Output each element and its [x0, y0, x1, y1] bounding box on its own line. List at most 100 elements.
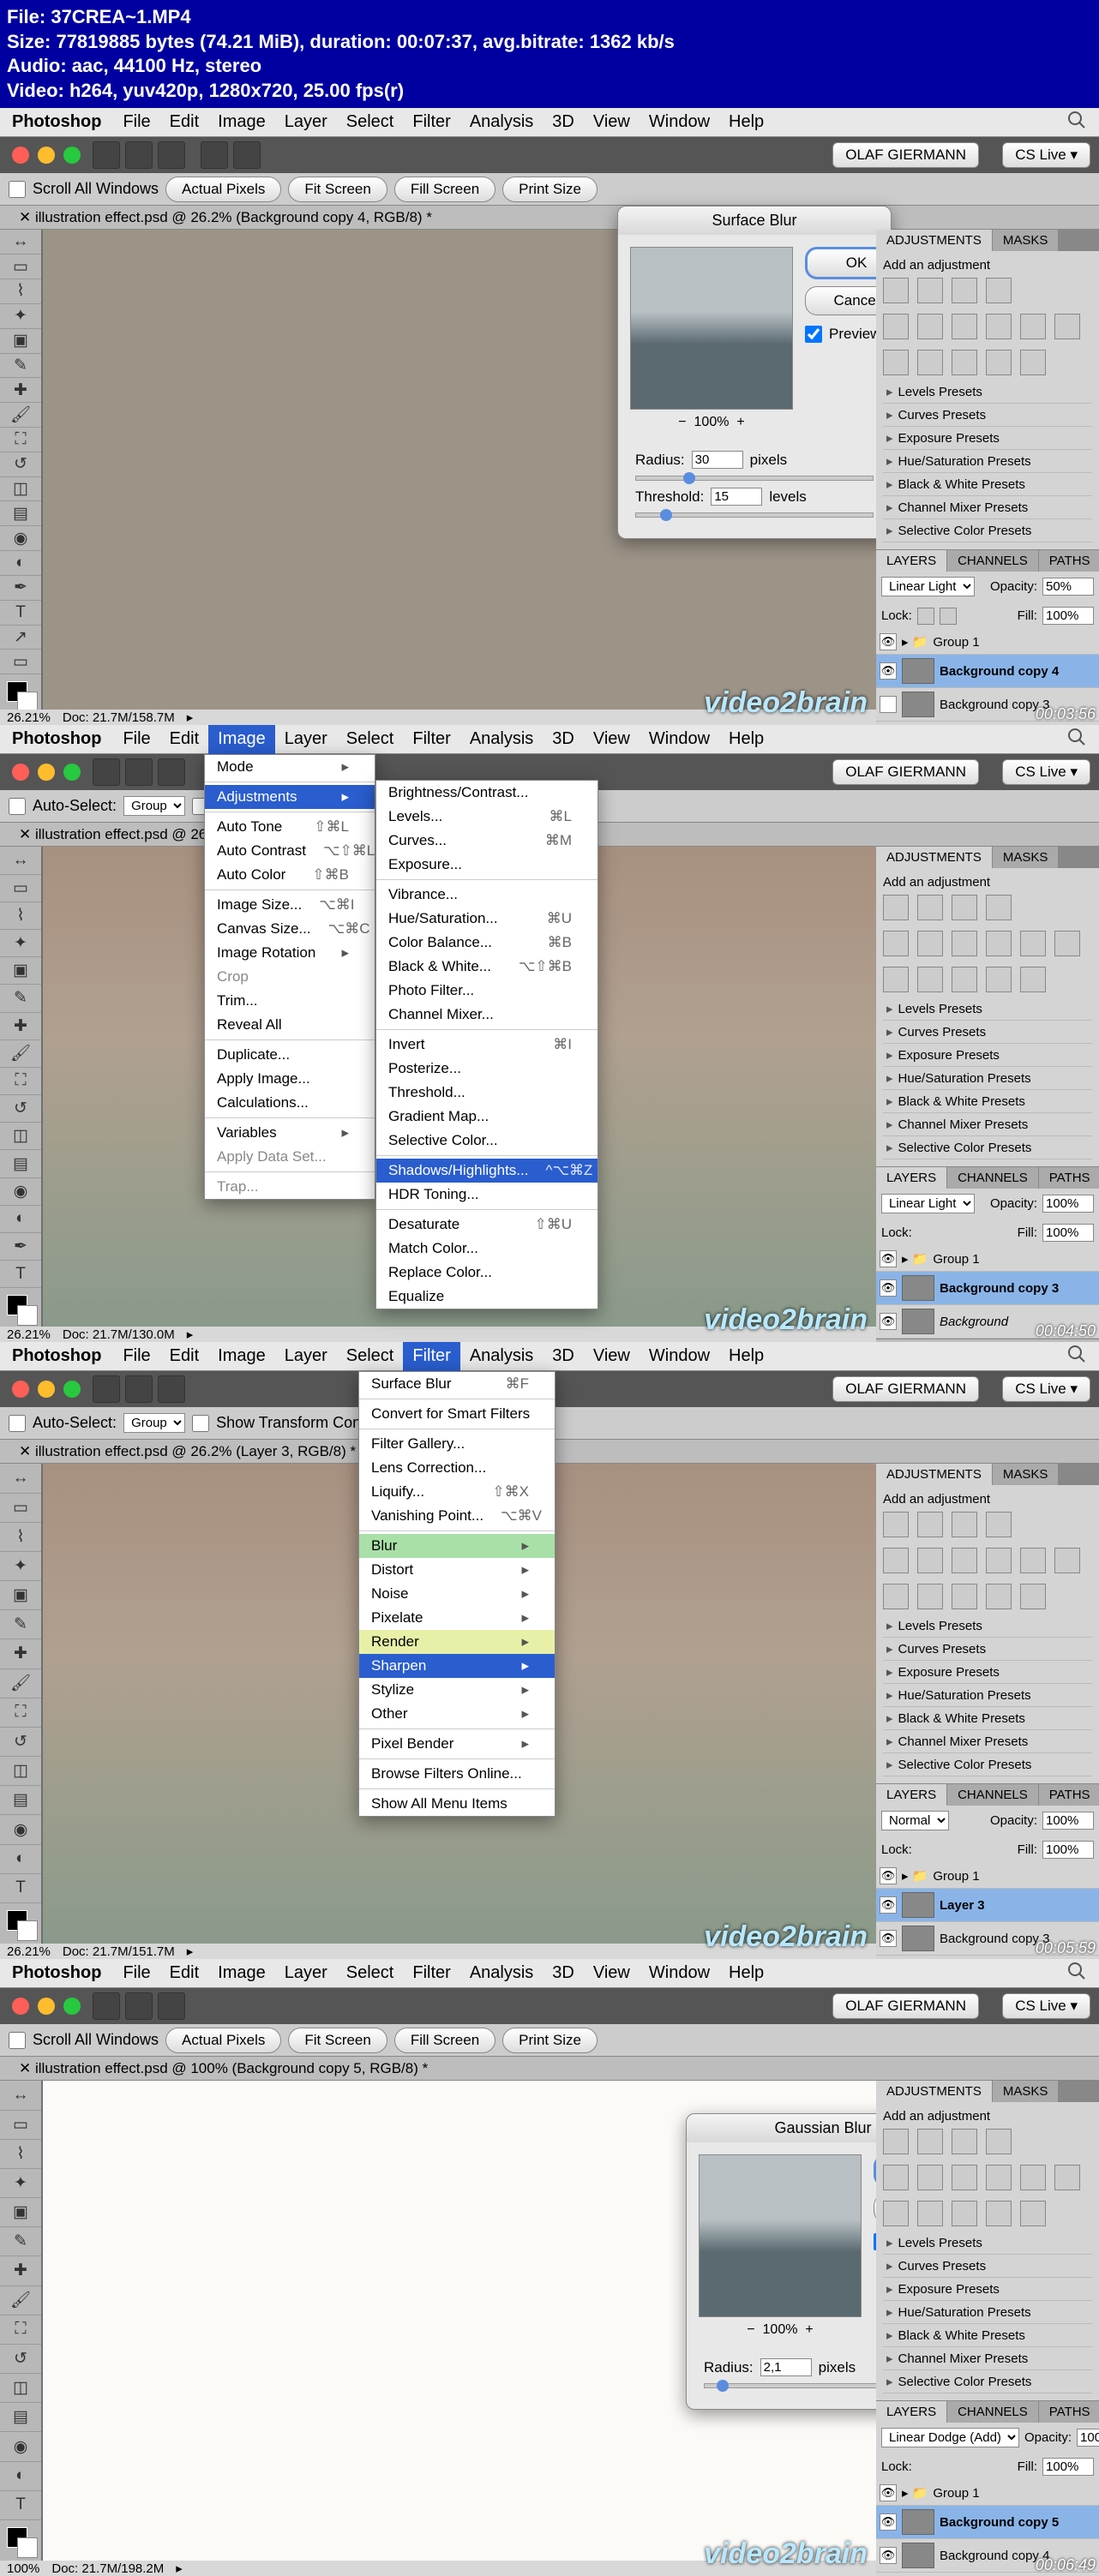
menu-adjustments[interactable]: Adjustments▸ — [205, 785, 375, 809]
close-light[interactable] — [12, 147, 29, 164]
fill-input[interactable] — [1042, 607, 1094, 625]
filter-csf[interactable]: Convert for Smart Filters — [359, 1402, 555, 1426]
filter-last[interactable]: Surface Blur⌘F — [359, 1372, 555, 1396]
menu-window[interactable]: Window — [640, 108, 719, 137]
vibrance-icon[interactable] — [883, 314, 909, 339]
menu-help[interactable]: Help — [719, 725, 773, 754]
brightness-icon[interactable] — [883, 278, 909, 303]
masks-tab[interactable]: MASKS — [993, 230, 1060, 251]
preview-checkbox[interactable] — [805, 326, 822, 343]
stamp-tool[interactable]: ⛶ — [0, 428, 41, 452]
blend-mode-select[interactable]: Linear Dodge (Add) — [881, 2428, 1019, 2447]
zoom-icon[interactable] — [233, 141, 261, 169]
adj-gm[interactable]: Gradient Map... — [376, 1105, 598, 1129]
adj-invert[interactable]: Invert⌘I — [376, 1033, 598, 1057]
filter-bfo[interactable]: Browse Filters Online... — [359, 1762, 555, 1786]
preset-curves[interactable]: ▸Curves Presets — [883, 404, 1092, 427]
gm-icon[interactable] — [986, 350, 1012, 375]
app-name[interactable]: Photoshop — [0, 112, 113, 132]
radius-slider[interactable] — [635, 476, 874, 481]
blur-preview[interactable] — [630, 247, 793, 410]
zoom-out-icon[interactable]: − — [678, 415, 686, 429]
history-tool[interactable]: ↺ — [0, 452, 41, 477]
autoselect-target[interactable]: Group — [123, 796, 185, 816]
filter-gallery[interactable]: Filter Gallery... — [359, 1432, 555, 1456]
adj-vibrance[interactable]: Vibrance... — [376, 883, 598, 907]
cs-live-button[interactable]: CS Live ▾ — [1002, 759, 1090, 785]
thresh-icon[interactable] — [952, 350, 977, 375]
lasso-tool[interactable]: ⌇ — [0, 279, 41, 304]
eraser-tool[interactable]: ◫ — [0, 477, 41, 502]
menu-image[interactable]: Image — [208, 108, 275, 137]
menu-imgsize[interactable]: Image Size...⌥⌘I — [205, 893, 375, 917]
filter-render[interactable]: Render▸ — [359, 1630, 555, 1654]
menu-apply[interactable]: Apply Image... — [205, 1067, 375, 1091]
shape-tool[interactable]: ▭ — [0, 650, 41, 674]
filter-blur[interactable]: Blur▸ — [359, 1534, 555, 1558]
menu-3d[interactable]: 3D — [543, 108, 584, 137]
minimize-light[interactable] — [38, 764, 55, 781]
layer-group1[interactable]: 👁▸ 📁 Group 1 — [876, 630, 1099, 655]
filter-stylize[interactable]: Stylize▸ — [359, 1678, 555, 1702]
sc-icon[interactable] — [1020, 350, 1046, 375]
filter-pb[interactable]: Pixel Bender▸ — [359, 1732, 555, 1756]
brush-tool[interactable]: 🖌 — [0, 403, 41, 428]
spotlight-icon[interactable] — [1066, 1961, 1087, 1986]
menu-view[interactable]: View — [584, 725, 640, 754]
menu-layer[interactable]: Layer — [275, 108, 337, 137]
preset-sc[interactable]: ▸Selective Color Presets — [883, 519, 1092, 542]
layer-bgcopy3[interactable]: 👁Background copy 3 — [876, 1272, 1099, 1305]
adj-replace[interactable]: Replace Color... — [376, 1261, 598, 1285]
blur-tool[interactable]: ◉ — [0, 526, 41, 551]
layer-bgcopy4[interactable]: 👁Background copy 4 — [876, 655, 1099, 688]
menu-view[interactable]: View — [584, 108, 640, 137]
menu-3d[interactable]: 3D — [543, 725, 584, 754]
adj-hdr[interactable]: HDR Toning... — [376, 1183, 598, 1207]
cm-icon[interactable] — [1054, 314, 1080, 339]
menu-layer[interactable]: Layer — [275, 725, 337, 754]
print-size-button[interactable]: Print Size — [502, 177, 598, 202]
adj-selc[interactable]: Selective Color... — [376, 1129, 598, 1153]
ps-icon[interactable] — [93, 141, 120, 169]
user-name[interactable]: OLAF GIERMANN — [832, 142, 979, 168]
filter-distort[interactable]: Distort▸ — [359, 1558, 555, 1582]
bridge-icon[interactable] — [125, 141, 153, 169]
dodge-tool[interactable]: ◐ — [0, 551, 41, 576]
menu-select[interactable]: Select — [337, 725, 404, 754]
document-tab[interactable]: ✕ illustration effect.psd @ 26.2% (Backg… — [0, 206, 1099, 230]
adj-exposure[interactable]: Exposure... — [376, 853, 598, 877]
scroll-all-checkbox[interactable] — [9, 181, 26, 198]
menu-canvsize[interactable]: Canvas Size...⌥⌘C — [205, 917, 375, 941]
radius-input[interactable] — [760, 2358, 812, 2376]
adj-bw[interactable]: Black & White...⌥⇧⌘B — [376, 955, 598, 979]
bw-icon[interactable] — [986, 314, 1012, 339]
menu-trim[interactable]: Trim... — [205, 989, 375, 1013]
adj-cm[interactable]: Channel Mixer... — [376, 1003, 598, 1027]
filter-liquify[interactable]: Liquify...⇧⌘X — [359, 1480, 555, 1504]
filter-sharpen[interactable]: Sharpen▸ — [359, 1654, 555, 1678]
menu-image[interactable]: Image — [208, 725, 275, 754]
marquee-tool[interactable]: ▭ — [0, 255, 41, 279]
adj-thresh[interactable]: Threshold... — [376, 1081, 598, 1105]
visibility-icon[interactable] — [880, 696, 897, 713]
app-name[interactable]: Photoshop — [0, 729, 113, 749]
filter-noise[interactable]: Noise▸ — [359, 1582, 555, 1606]
mb-icon[interactable] — [158, 758, 185, 786]
blend-mode-select[interactable]: Normal — [881, 1811, 949, 1830]
hand-icon[interactable] — [201, 141, 228, 169]
menu-select[interactable]: Select — [337, 108, 404, 137]
close-light[interactable] — [12, 764, 29, 781]
adj-bc[interactable]: Brightness/Contrast... — [376, 781, 598, 805]
cb-icon[interactable] — [952, 314, 977, 339]
curves-icon[interactable] — [952, 278, 977, 303]
menu-file[interactable]: File — [113, 725, 159, 754]
filter-pixelate[interactable]: Pixelate▸ — [359, 1606, 555, 1630]
masks-tab[interactable]: MASKS — [993, 847, 1060, 868]
visibility-icon[interactable]: 👁 — [880, 633, 897, 650]
threshold-slider[interactable] — [635, 512, 874, 518]
menu-filter[interactable]: Filter — [403, 725, 459, 754]
opacity-input[interactable] — [1042, 578, 1094, 596]
adj-eq[interactable]: Equalize — [376, 1285, 598, 1309]
menu-help[interactable]: Help — [719, 108, 773, 137]
adj-shadows-highlights[interactable]: Shadows/Highlights...^⌥⌘Z — [376, 1159, 598, 1183]
